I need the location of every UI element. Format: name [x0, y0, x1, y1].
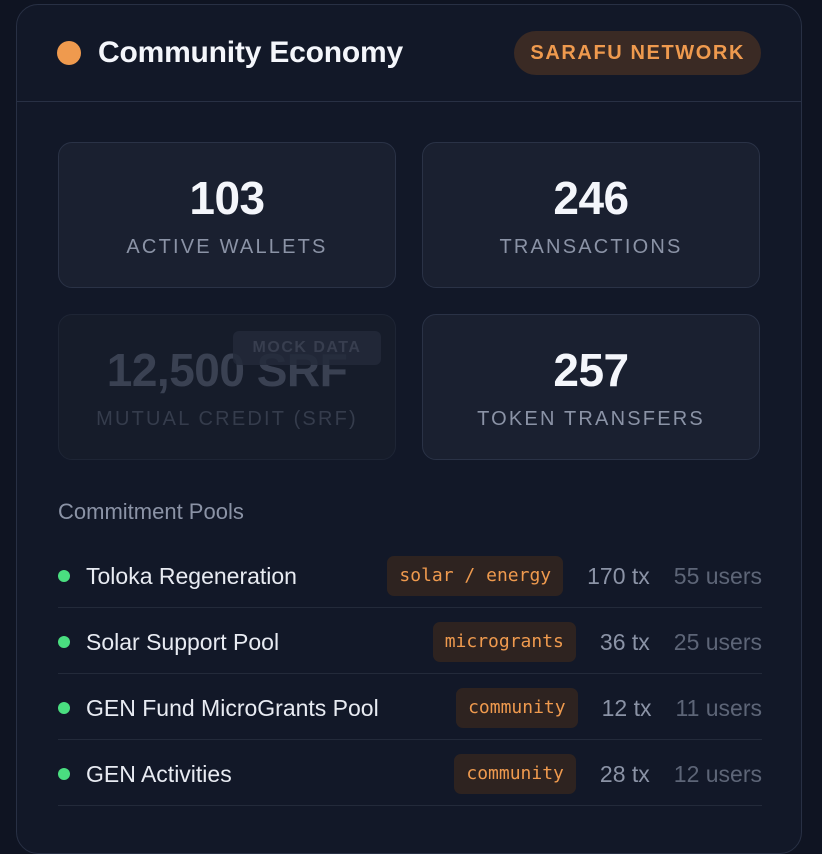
mock-data-badge: MOCK DATA	[233, 331, 381, 365]
stat-label: TOKEN TRANSFERS	[477, 408, 705, 430]
stat-label: ACTIVE WALLETS	[126, 236, 328, 258]
pool-tx-count: 36 tx	[599, 629, 650, 655]
pool-tx-count: 28 tx	[599, 761, 650, 787]
pool-tx-count: 12 tx	[601, 695, 652, 721]
stat-value: 103	[189, 172, 265, 224]
pool-meta: micrograntѕ 36 tx 25 users	[432, 622, 762, 662]
pool-tag: community	[454, 754, 576, 794]
pool-meta: community 12 tx 11 users	[456, 688, 762, 728]
active-dot-icon	[58, 768, 70, 780]
pool-name: Toloka Regeneration	[86, 563, 297, 589]
active-dot-icon	[58, 702, 70, 714]
pool-row[interactable]: GEN Activities community 28 tx 12 users	[58, 740, 762, 806]
pool-tx-count: 170 tx	[587, 563, 650, 589]
stat-active-wallets: 103 ACTIVE WALLETS	[58, 142, 396, 288]
stat-transactions: 246 TRANSACTIONS	[422, 142, 760, 288]
stat-label: TRANSACTIONS	[499, 236, 683, 258]
pool-name: Solar Support Pool	[86, 629, 280, 655]
stat-value: 257	[553, 344, 629, 396]
stat-mutual-credit: 12,500 SRF MUTUAL CREDIT (SRF) MOCK DATA	[58, 314, 396, 460]
pool-name: GEN Activities	[86, 761, 232, 787]
pool-user-count: 55 users	[673, 563, 762, 589]
pool-user-count: 12 users	[673, 761, 762, 787]
active-dot-icon	[58, 570, 70, 582]
status-dot-icon	[57, 41, 81, 65]
pool-tag: solar / energy	[387, 556, 564, 596]
card-header: Community Economy SARAFU NETWORK	[17, 5, 801, 102]
pool-meta: solar / energy 170 tx 55 users	[387, 556, 762, 596]
stat-token-transfers: 257 TOKEN TRANSFERS	[422, 314, 760, 460]
pool-meta: community 28 tx 12 users	[454, 754, 762, 794]
stat-value: 246	[553, 172, 629, 224]
pool-row[interactable]: GEN Fund MicroGrants Pool community 12 t…	[58, 674, 762, 740]
pool-row[interactable]: Solar Support Pool micrograntѕ 36 tx 25 …	[58, 608, 762, 674]
network-badge: SARAFU NETWORK	[514, 31, 761, 75]
pool-user-count: 11 users	[675, 695, 762, 721]
pool-user-count: 25 users	[673, 629, 762, 655]
active-dot-icon	[58, 636, 70, 648]
pool-tag: micrograntѕ	[432, 622, 576, 662]
stat-label: MUTUAL CREDIT (SRF)	[96, 408, 358, 430]
pools-heading: Commitment Pools	[58, 499, 244, 524]
pool-name: GEN Fund MicroGrants Pool	[86, 695, 379, 721]
pool-row[interactable]: Toloka Regeneration solar / energy 170 t…	[58, 542, 762, 608]
card-title: Community Economy	[98, 36, 403, 69]
community-economy-card: Community Economy SARAFU NETWORK 103 ACT…	[16, 4, 802, 854]
pool-tag: community	[456, 688, 578, 728]
